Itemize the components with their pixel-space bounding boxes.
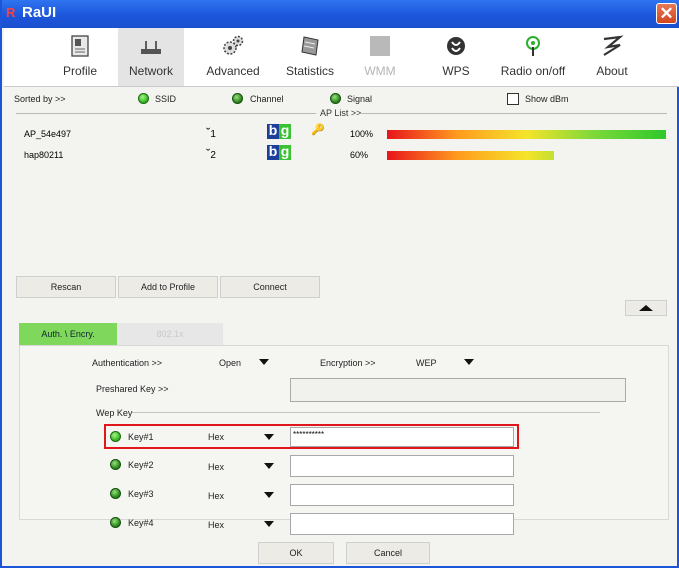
- key3-radio[interactable]: [110, 488, 121, 499]
- key2-input[interactable]: [290, 455, 514, 477]
- key3-format[interactable]: Hex: [208, 491, 224, 501]
- ap-list-divider-left: [16, 113, 316, 114]
- connect-button[interactable]: Connect: [220, 276, 320, 298]
- ap-ssid: AP_54e497: [24, 129, 72, 139]
- key4-label: Key#4: [128, 518, 154, 528]
- sort-ssid-label[interactable]: SSID: [155, 94, 176, 104]
- raui-window: R RaUI ✕ Profile Network Advanced Statis…: [0, 0, 679, 568]
- toolbar-advanced-label: Advanced: [206, 64, 260, 78]
- channel-icon: ˇ2: [206, 146, 216, 161]
- ap-channel: 2: [210, 150, 216, 161]
- preshared-key-label: Preshared Key >>: [96, 384, 169, 394]
- key2-label: Key#2: [128, 460, 154, 470]
- radio-icon: [526, 36, 540, 56]
- ap-channel: 1: [210, 129, 216, 140]
- signal-bar: [387, 130, 666, 139]
- toolbar-network-label: Network: [128, 64, 173, 78]
- sort-channel-label[interactable]: Channel: [250, 94, 284, 104]
- bg-mode-icon: bg: [267, 143, 293, 160]
- b-mode-label: b: [267, 143, 279, 160]
- g-mode-label: g: [279, 143, 291, 160]
- authentication-dropdown-icon[interactable]: [259, 359, 269, 365]
- toolbar-network[interactable]: Network: [118, 28, 184, 86]
- sort-signal-radio[interactable]: [330, 93, 341, 104]
- toolbar-wmm-label: WMM: [364, 64, 396, 78]
- toolbar-radio-label: Radio on/off: [500, 64, 566, 78]
- window-title: RaUI: [22, 4, 57, 21]
- authentication-label: Authentication >>: [92, 358, 163, 368]
- channel-icon: ˇ1: [206, 125, 216, 140]
- gears-icon: [223, 35, 244, 55]
- profile-icon: [71, 35, 89, 57]
- ap-list-label: AP List >>: [320, 108, 362, 118]
- ap-row[interactable]: AP_54e497 ˇ1 bg 🔑 100%: [20, 122, 666, 141]
- key4-format-dropdown-icon[interactable]: [264, 521, 274, 527]
- collapse-button[interactable]: [625, 300, 667, 316]
- title-bar[interactable]: R RaUI ✕: [2, 0, 679, 28]
- sorted-by-label: Sorted by >>: [14, 94, 66, 104]
- highlight-box: [104, 424, 519, 449]
- ap-signal: 60%: [350, 150, 369, 160]
- toolbar-wmm: WMM: [356, 28, 404, 86]
- g-mode-label: g: [279, 122, 291, 139]
- close-button[interactable]: ✕: [656, 3, 677, 24]
- about-icon: [603, 35, 624, 56]
- rescan-button[interactable]: Rescan: [16, 276, 116, 298]
- ok-button[interactable]: OK: [258, 542, 334, 564]
- b-mode-label: b: [267, 122, 279, 139]
- signal-bar: [387, 151, 554, 160]
- encryption-dropdown-icon[interactable]: [464, 359, 474, 365]
- toolbar: Profile Network Advanced Statistics WMM …: [4, 28, 679, 87]
- preshared-key-input[interactable]: [290, 378, 626, 402]
- tab-8021x[interactable]: 802.1x: [117, 323, 223, 345]
- wps-icon: [447, 37, 465, 55]
- ap-ssid: hap80211: [24, 150, 64, 160]
- wmm-icon: [370, 36, 390, 56]
- key2-radio[interactable]: [110, 459, 121, 470]
- authentication-value[interactable]: Open: [219, 358, 241, 368]
- network-icon: [141, 41, 161, 54]
- key4-format[interactable]: Hex: [208, 520, 224, 530]
- collapse-arrow-icon: [639, 305, 653, 311]
- encryption-label: Encryption >>: [320, 358, 376, 368]
- wep-key-label: Wep Key: [96, 408, 133, 418]
- toolbar-profile[interactable]: Profile: [48, 28, 112, 86]
- encryption-value[interactable]: WEP: [416, 358, 437, 368]
- tab-auth-encry[interactable]: Auth. \ Encry.: [19, 323, 117, 345]
- toolbar-statistics-label: Statistics: [285, 64, 334, 78]
- sort-signal-label[interactable]: Signal: [347, 94, 372, 104]
- ap-list: AP_54e497 ˇ1 bg 🔑 100% hap80211 ˇ2 bg 60…: [20, 120, 666, 270]
- key4-radio[interactable]: [110, 517, 121, 528]
- show-dbm-label[interactable]: Show dBm: [525, 94, 569, 104]
- key3-input[interactable]: [290, 484, 514, 506]
- key2-format-dropdown-icon[interactable]: [264, 463, 274, 469]
- app-logo-icon: R: [6, 5, 16, 20]
- cancel-button[interactable]: Cancel: [346, 542, 430, 564]
- sort-bar: Sorted by >> SSID Channel Signal Show dB…: [14, 88, 667, 110]
- toolbar-wps-label: WPS: [442, 64, 470, 78]
- toolbar-radio[interactable]: Radio on/off: [492, 28, 574, 86]
- key4-input[interactable]: [290, 513, 514, 535]
- toolbar-about[interactable]: About: [588, 28, 636, 86]
- show-dbm-checkbox[interactable]: [507, 93, 519, 105]
- ap-row[interactable]: hap80211 ˇ2 bg 60%: [20, 144, 665, 162]
- wep-key-divider: [132, 412, 600, 413]
- ap-signal: 100%: [350, 129, 374, 139]
- toolbar-about-label: About: [596, 64, 628, 78]
- toolbar-profile-label: Profile: [62, 64, 97, 78]
- bg-mode-icon: bg: [267, 122, 293, 139]
- ap-list-divider-right: [360, 113, 667, 114]
- lock-icon: 🔑: [311, 124, 325, 136]
- toolbar-statistics[interactable]: Statistics: [276, 28, 344, 86]
- add-to-profile-button[interactable]: Add to Profile: [118, 276, 218, 298]
- toolbar-wps[interactable]: WPS: [432, 28, 480, 86]
- toolbar-advanced[interactable]: Advanced: [200, 28, 266, 86]
- statistics-icon: [301, 36, 319, 56]
- sort-channel-radio[interactable]: [232, 93, 243, 104]
- sort-ssid-radio[interactable]: [138, 93, 149, 104]
- key3-format-dropdown-icon[interactable]: [264, 492, 274, 498]
- key3-label: Key#3: [128, 489, 154, 499]
- key2-format[interactable]: Hex: [208, 462, 224, 472]
